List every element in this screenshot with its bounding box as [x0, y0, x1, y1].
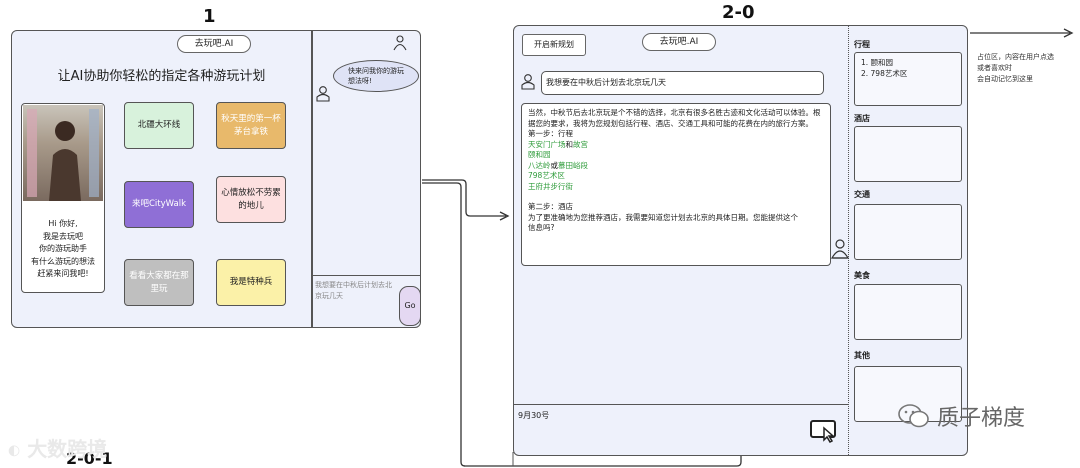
- ai-reply-intro: 当然，中秋节后去北京玩是个不错的选择，北京有很多名胜古迹和文化活动可以体验。根据…: [528, 108, 821, 128]
- placeholder-annotation: 占位区，内容在用户点选 或者喜欢时 会自动记忆到这里: [977, 53, 1054, 83]
- section-box-hotel: [854, 126, 962, 182]
- app-title-pill: 去玩吧.AI: [642, 33, 716, 51]
- section-title-transport: 交通: [854, 190, 870, 199]
- new-plan-button[interactable]: 开启新规划: [522, 34, 586, 56]
- send-cursor-icon[interactable]: [810, 419, 838, 443]
- watermark-right: 质子梯度: [897, 400, 1025, 432]
- section-title-food: 美食: [854, 271, 870, 280]
- watermark-left: ◐ 大数跨境: [8, 437, 108, 461]
- section-box-transport: [854, 204, 962, 260]
- section-title-hotel: 酒店: [854, 114, 870, 123]
- section-title-itinerary: 行程: [854, 40, 870, 49]
- section-box-food: [854, 284, 962, 340]
- step1-title: 第一步：行程: [528, 129, 573, 138]
- itinerary-line: 天安门广场和故宫: [528, 139, 588, 149]
- user-avatar-icon: [521, 74, 535, 90]
- assistant-avatar-icon: [830, 239, 850, 259]
- watermark-logo-icon: ◐: [8, 442, 21, 459]
- date-input-area[interactable]: 9月30号: [514, 404, 848, 456]
- section-title-other: 其他: [854, 351, 870, 360]
- frame-2-label: 2-0: [722, 2, 755, 23]
- frame-2-panel: 开启新规划 去玩吧.AI 我想要在中秋后计划去北京玩几天 当然，中秋节后去北京玩…: [513, 25, 968, 456]
- itinerary-saved-item: 2. 798艺术区: [861, 69, 908, 78]
- itinerary-line: 八达岭或慕田峪段: [528, 160, 588, 170]
- itinerary-saved-item: 1. 颐和园: [861, 58, 894, 67]
- wechat-icon: [898, 404, 929, 428]
- itinerary-line: 王府井步行街: [528, 181, 573, 191]
- date-input-text: 9月30号: [518, 411, 550, 420]
- step2-text: 为了更准确地为您推荐酒店，我需要知道您计划去北京的具体日期。您能提供这个信息吗?: [528, 212, 798, 233]
- user-message-bubble: 我想要在中秋后计划去北京玩几天: [541, 71, 824, 95]
- itinerary-line: 798艺术区: [528, 171, 565, 180]
- section-box-itinerary: 1. 颐和园 2. 798艺术区: [854, 52, 962, 106]
- itinerary-line: 颐和园: [528, 150, 551, 159]
- ai-reply-box: 当然，中秋节后去北京玩是个不错的选择，北京有很多名胜古迹和文化活动可以体验。根据…: [521, 103, 831, 266]
- step2-title: 第二步：酒店: [528, 202, 573, 211]
